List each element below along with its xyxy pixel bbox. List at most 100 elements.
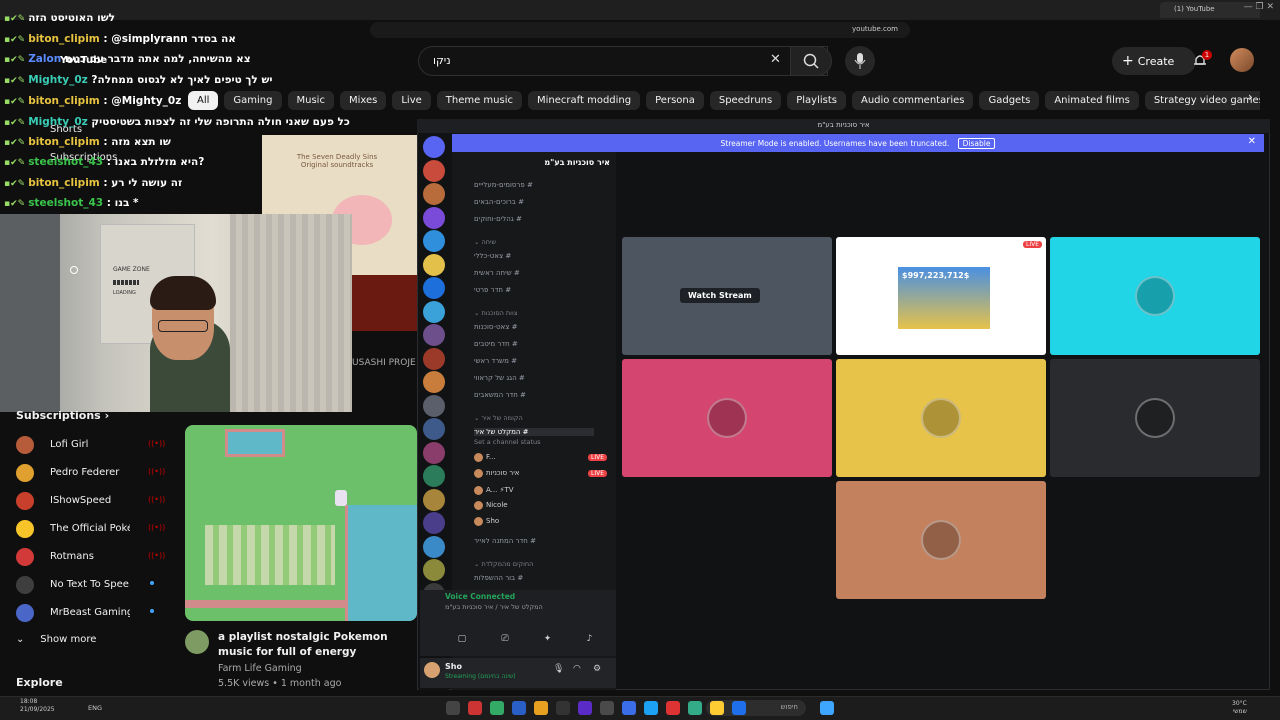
soundboard-icon[interactable]: ♪	[587, 634, 593, 648]
voice-user[interactable]: Sho	[486, 517, 499, 525]
filter-chip[interactable]: Strategy video games	[1144, 91, 1260, 110]
server-icon[interactable]	[423, 230, 445, 252]
channel-category[interactable]: צוות הסוכנות ⌄	[474, 309, 594, 317]
filter-chip[interactable]: Animated films	[1045, 91, 1139, 110]
taskbar-app-icon[interactable]	[688, 701, 702, 715]
create-button[interactable]: + Create	[1112, 47, 1196, 75]
show-more-button[interactable]: ⌄ Show more	[16, 634, 96, 645]
server-icon[interactable]	[423, 559, 445, 581]
server-icon[interactable]	[423, 371, 445, 393]
channel-avatar[interactable]	[185, 630, 209, 654]
server-icon[interactable]	[423, 159, 445, 182]
voice-search-button[interactable]	[845, 46, 875, 76]
filter-chip[interactable]: Live	[392, 91, 431, 110]
server-icon[interactable]	[423, 136, 445, 158]
taskbar-app-icon[interactable]	[512, 701, 526, 715]
user-avatar[interactable]	[424, 662, 440, 678]
chat-username[interactable]: Mighty_0z	[28, 74, 91, 86]
server-icon[interactable]	[423, 253, 445, 276]
headphones-icon[interactable]: ◠	[573, 664, 581, 674]
subscriptions-heading[interactable]: Subscriptions ›	[16, 409, 109, 422]
account-avatar[interactable]	[1230, 48, 1254, 72]
channel-item[interactable]: # בור ההשפלות	[474, 574, 594, 582]
filter-chip[interactable]: Gadgets	[979, 91, 1040, 110]
taskbar-app-icon[interactable]	[600, 701, 614, 715]
server-icon[interactable]	[423, 206, 445, 229]
filter-chip[interactable]: Minecraft modding	[528, 91, 641, 110]
channel-item[interactable]: # חדר פרטי	[474, 286, 594, 294]
address-bar[interactable]: youtube.com	[370, 22, 910, 38]
server-icon[interactable]	[423, 418, 445, 440]
taskbar-app-icon[interactable]	[468, 701, 482, 715]
weather-widget[interactable]: 30°C שמשי	[1232, 700, 1247, 716]
taskbar-app-icon[interactable]	[534, 701, 548, 715]
youtube-logo[interactable]: YouTube	[60, 55, 107, 66]
chat-username[interactable]: biton_clipim	[28, 177, 103, 189]
filter-chip[interactable]: Playlists	[787, 91, 846, 110]
server-icon[interactable]	[423, 324, 445, 346]
channel-item[interactable]: # גהלים-וחוקים	[474, 215, 594, 223]
taskbar-app-icon[interactable]	[490, 701, 504, 715]
voice-user[interactable]: Nicole	[486, 501, 508, 509]
chat-username[interactable]: Mighty_0z	[28, 116, 91, 128]
filter-chip[interactable]: Audio commentaries	[851, 91, 974, 110]
channel-item[interactable]: # צאט-סוכנות	[474, 323, 594, 331]
server-icon[interactable]	[423, 300, 445, 323]
taskbar-app-icon[interactable]	[710, 701, 724, 715]
voice-user[interactable]: F...	[486, 453, 496, 461]
server-icon[interactable]	[423, 512, 445, 534]
channel-category[interactable]: שיחה ⌄	[474, 238, 594, 246]
taskbar-clock[interactable]: 18:08 21/09/2025	[20, 698, 55, 714]
server-icon[interactable]	[423, 535, 445, 558]
channel-item[interactable]: # משרד ראשי	[474, 357, 594, 365]
server-icon[interactable]	[423, 465, 445, 487]
channel-category[interactable]: החוקים מהמקלדת ⌄	[474, 560, 594, 568]
taskbar-app-icon[interactable]	[578, 701, 592, 715]
stream-tile[interactable]	[622, 359, 832, 477]
channel-category[interactable]: Set a channel status	[474, 438, 594, 446]
video-title[interactable]: a playlist nostalgic Pokemon music for f…	[218, 630, 418, 660]
filter-chip[interactable]: Speedruns	[709, 91, 782, 110]
pokemon-video-thumbnail[interactable]	[185, 425, 417, 621]
taskbar-app-icon[interactable]	[666, 701, 680, 715]
start-icon[interactable]	[820, 701, 834, 715]
subscription-item[interactable]: IShowSpeed ((•))	[16, 492, 165, 514]
voice-user[interactable]: איר סוכניות	[486, 469, 519, 477]
clear-search-icon[interactable]: ✕	[770, 52, 781, 67]
chat-username[interactable]: steelshot_43	[28, 197, 107, 209]
mute-icon[interactable]: 🎙	[553, 664, 564, 674]
stream-tile[interactable]: $997,223,712$ LIVE	[836, 237, 1046, 355]
subscription-item[interactable]: MrBeast Gaming	[16, 604, 154, 626]
chat-username[interactable]: biton_clipim	[28, 95, 103, 107]
channel-item[interactable]: # חדר מיטבים	[474, 340, 594, 348]
subscription-item[interactable]: No Text To Spee...	[16, 576, 154, 598]
gear-icon[interactable]: ⚙	[593, 664, 601, 674]
server-icon[interactable]	[423, 347, 445, 370]
screen-share-icon[interactable]: ⎚	[501, 634, 508, 648]
taskbar-app-icon[interactable]	[732, 701, 746, 715]
channel-item[interactable]: # צאט-כללי	[474, 252, 594, 260]
channel-item[interactable]: # חדר המתנה לאייר	[474, 537, 594, 545]
channel-item[interactable]: # שיחה ראשית	[474, 269, 594, 277]
disable-button[interactable]: Disable	[957, 138, 996, 149]
subscription-item[interactable]: The Official Poké... ((•))	[16, 520, 165, 542]
filter-chip[interactable]: Theme music	[436, 91, 523, 110]
taskbar-app-icon[interactable]	[622, 701, 636, 715]
filter-chip[interactable]: Mixes	[339, 91, 387, 110]
close-icon[interactable]: ✕	[1248, 136, 1256, 147]
search-input[interactable]: ניקו	[418, 46, 828, 76]
channel-item[interactable]: # המקלט של איר	[474, 428, 594, 436]
server-icon[interactable]	[423, 488, 445, 511]
channel-category[interactable]: הקומה של איר ⌄	[474, 414, 594, 422]
voice-user[interactable]: A... ⚡TV	[486, 486, 514, 494]
server-icon[interactable]	[423, 394, 445, 417]
server-icon[interactable]	[423, 277, 445, 299]
server-icon[interactable]	[423, 441, 445, 464]
subscription-item[interactable]: Rotmans ((•))	[16, 548, 165, 570]
server-icon[interactable]	[423, 183, 445, 205]
language-indicator[interactable]: ENG	[88, 704, 102, 712]
camera-icon[interactable]: ▢	[458, 634, 467, 648]
search-button[interactable]	[790, 46, 832, 76]
filter-chip[interactable]: Persona	[646, 91, 704, 110]
server-name[interactable]: איר סוכניות בע"מ	[460, 158, 610, 167]
